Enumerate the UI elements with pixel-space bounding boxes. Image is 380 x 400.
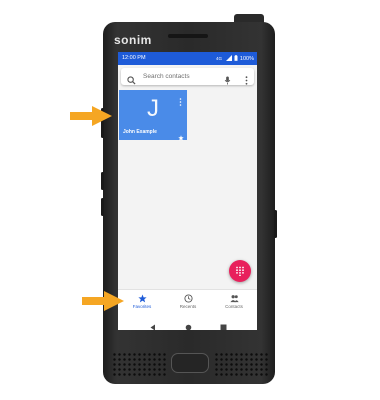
svg-text:4G: 4G xyxy=(216,56,223,61)
speaker-grille-left xyxy=(112,352,166,376)
search-input[interactable] xyxy=(143,71,221,82)
phone-screen: 12:00 PM 4G 100% J Jo xyxy=(118,52,257,330)
system-navigation-bar xyxy=(118,313,257,330)
device-home-key[interactable] xyxy=(171,353,209,373)
tab-favorites[interactable]: Favorites xyxy=(119,290,165,314)
search-icon xyxy=(127,72,136,90)
device-side-button-3[interactable] xyxy=(101,198,104,216)
battery-percent: 100% xyxy=(239,56,254,62)
more-vert-icon[interactable] xyxy=(245,72,248,90)
device-brand-logo: sonim xyxy=(114,33,152,47)
device-side-button-2[interactable] xyxy=(101,172,104,190)
dialpad-button[interactable] xyxy=(229,260,251,282)
contact-initial: J xyxy=(147,95,159,122)
home-icon[interactable] xyxy=(185,318,192,330)
favorite-contact-tile[interactable]: J John Example xyxy=(119,90,187,141)
dialpad-icon xyxy=(236,266,244,276)
mic-icon[interactable] xyxy=(224,72,231,90)
bottom-navigation: Favorites Recents Contacts xyxy=(118,289,257,314)
more-vert-icon[interactable] xyxy=(179,93,182,111)
status-time: 12:00 PM xyxy=(122,55,146,61)
search-bar[interactable] xyxy=(121,68,254,85)
tab-recents[interactable]: Recents xyxy=(165,290,211,314)
recents-icon[interactable] xyxy=(220,318,227,330)
signal-icon xyxy=(225,55,232,63)
tab-favorites-label: Favorites xyxy=(132,304,152,309)
back-icon[interactable] xyxy=(150,318,156,330)
volte-icon: 4G xyxy=(216,55,224,63)
device-earpiece xyxy=(168,34,208,38)
callout-arrow-favorites-tab xyxy=(82,291,124,311)
tab-contacts-label: Contacts xyxy=(225,304,243,309)
people-icon xyxy=(230,295,239,303)
clock-icon xyxy=(184,294,193,303)
device-side-button-right[interactable] xyxy=(274,210,277,238)
status-icons: 4G 100% xyxy=(216,55,254,63)
speaker-grille-right xyxy=(214,352,268,376)
star-icon xyxy=(178,128,184,146)
tab-recents-label: Recents xyxy=(179,304,197,309)
callout-arrow-favorite-contact xyxy=(70,106,112,126)
status-bar: 12:00 PM 4G 100% xyxy=(118,52,257,65)
contact-name: John Example xyxy=(123,129,157,135)
tab-contacts[interactable]: Contacts xyxy=(211,290,257,314)
battery-icon xyxy=(234,55,238,63)
star-icon xyxy=(138,294,147,303)
